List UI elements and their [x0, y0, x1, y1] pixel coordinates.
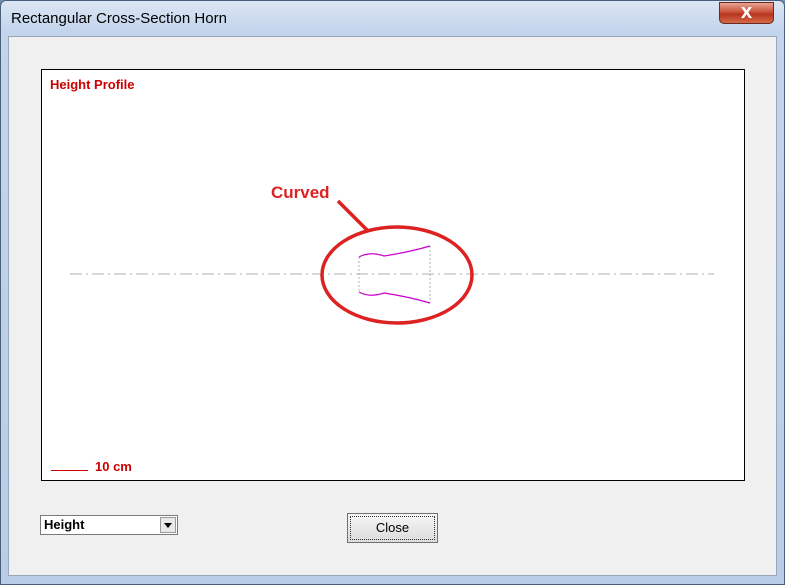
- scale-bar: [51, 470, 88, 471]
- horn-lower-profile: [358, 291, 431, 304]
- annotation-label: Curved: [271, 183, 330, 202]
- annotation-leader: [336, 199, 369, 232]
- profile-canvas: Height Profile Curved 10 cm: [41, 69, 745, 481]
- chevron-down-icon[interactable]: [160, 517, 176, 533]
- view-select-value: Height: [44, 517, 85, 532]
- close-icon: X: [740, 4, 753, 22]
- close-button[interactable]: Close: [347, 513, 438, 543]
- horn-upper-profile: [358, 245, 431, 258]
- plot-title: Height Profile: [50, 77, 135, 92]
- annotation-ellipse: [320, 225, 474, 325]
- profile-drawing: [70, 199, 714, 325]
- view-select[interactable]: Height: [40, 515, 178, 535]
- window-title: Rectangular Cross-Section Horn: [11, 10, 227, 27]
- scale-label: 10 cm: [95, 459, 132, 474]
- window-close-button[interactable]: X: [719, 2, 774, 24]
- title-bar[interactable]: Rectangular Cross-Section Horn X: [1, 1, 784, 37]
